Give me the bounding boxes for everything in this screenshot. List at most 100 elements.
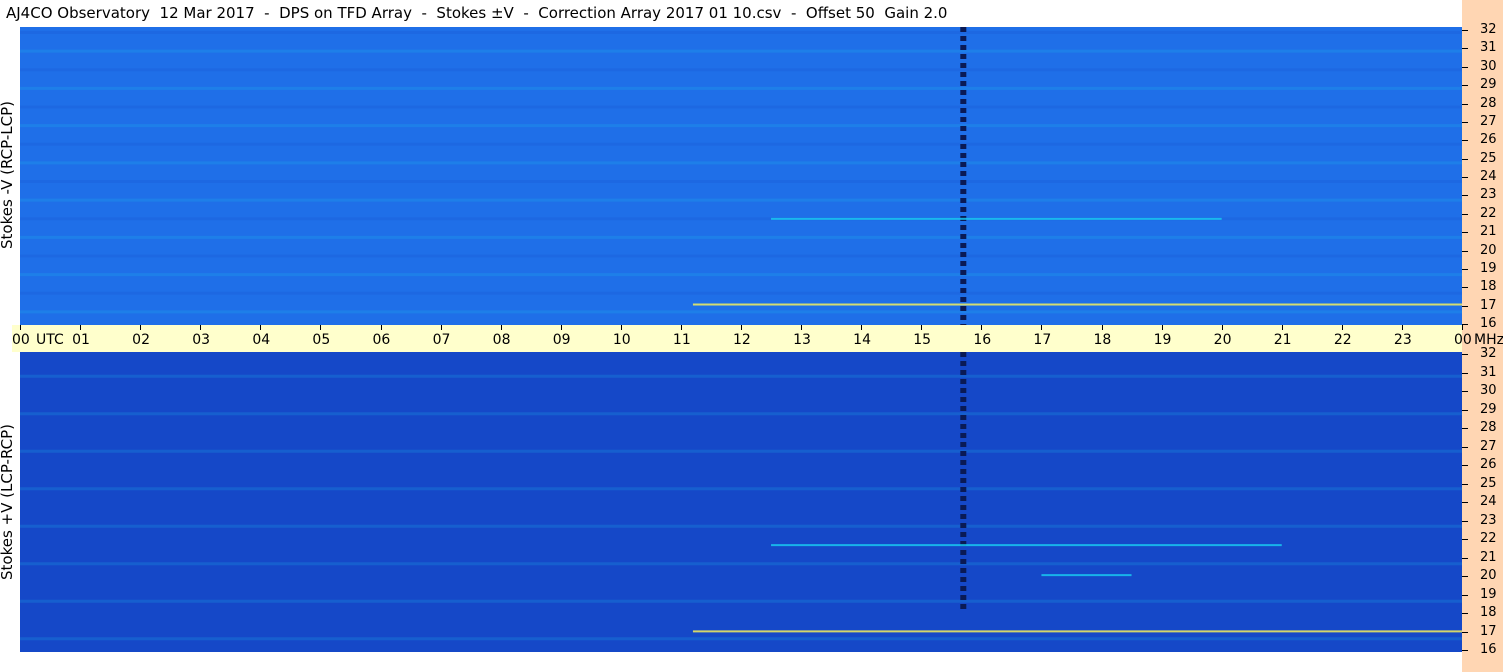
background-band: [20, 180, 1462, 183]
background-band: [20, 393, 1462, 397]
freq-tick: [1462, 232, 1468, 234]
freq-tick: [1462, 446, 1468, 448]
pulsed-line-segment: [960, 297, 967, 302]
freq-tick: [1462, 557, 1468, 559]
pulsed-line-segment: [960, 424, 967, 429]
freq-tick: [1462, 121, 1468, 123]
background-band: [20, 198, 1462, 202]
pulsed-line-segment: [960, 108, 967, 113]
pulsed-line-segment: [960, 532, 967, 537]
background-band: [20, 291, 1462, 295]
pulsed-line-segment: [960, 388, 967, 393]
freq-tick-label: 23: [1480, 187, 1497, 203]
freq-tick-label: 24: [1480, 494, 1497, 509]
time-tick-label: 02: [132, 332, 150, 348]
pulsed-line-segment: [960, 63, 967, 68]
interference-band: [1041, 574, 1132, 577]
bottom-spectrogram: [20, 352, 1462, 652]
background-band: [20, 273, 1462, 277]
time-tick-label: 05: [312, 332, 331, 348]
time-tick-label: 03: [192, 332, 211, 348]
freq-tick-label: 26: [1480, 132, 1497, 148]
freq-tick-label: 20: [1480, 568, 1497, 583]
time-tick-label: 20: [1213, 332, 1232, 348]
time-tick: [741, 325, 742, 330]
freq-tick: [1462, 428, 1468, 429]
freq-tick-label: 31: [1480, 40, 1497, 56]
pulsed-line-segment: [960, 433, 967, 438]
time-tick-label: 14: [853, 332, 871, 348]
time-tick: [140, 325, 142, 330]
freq-tick-label: 32: [1480, 346, 1497, 361]
time-tick-label: 13: [793, 332, 811, 348]
freq-tick: [1462, 85, 1468, 87]
freq-tick: [1462, 409, 1468, 411]
freq-tick-label: 16: [1480, 316, 1497, 331]
pulsed-line-segment: [960, 180, 967, 185]
background-band: [20, 449, 1462, 453]
freq-tick-label: 19: [1480, 260, 1497, 276]
freq-tick-label: 17: [1480, 297, 1497, 313]
freq-tick-label: 25: [1480, 475, 1497, 491]
pulsed-line-segment: [960, 288, 967, 293]
background-band: [20, 86, 1462, 90]
pulsed-line-segment: [960, 270, 967, 275]
freq-tick: [1462, 576, 1468, 577]
pulsed-line-segment: [960, 207, 967, 212]
time-tick-label: 23: [1393, 332, 1412, 348]
time-tick: [1341, 325, 1343, 330]
time-tick-label: 00: [1454, 332, 1472, 348]
freq-tick: [1462, 195, 1468, 197]
background-band: [20, 468, 1462, 472]
freq-tick: [1462, 324, 1468, 325]
pulsed-line-segment: [960, 523, 967, 528]
time-tick: [801, 325, 803, 330]
background-band: [20, 506, 1462, 509]
pulsed-line-segment: [960, 81, 967, 86]
time-tick-label: 04: [252, 332, 271, 348]
spectrogram-background: [20, 352, 1462, 652]
freq-tick-label: 30: [1480, 58, 1497, 74]
pulsed-line-segment: [960, 279, 967, 284]
time-tick: [1221, 325, 1223, 330]
time-tick: [500, 325, 502, 330]
freq-tick: [1462, 213, 1468, 215]
freq-tick: [1462, 594, 1468, 596]
background-band: [20, 310, 1462, 314]
time-tick: [680, 325, 682, 330]
background-band: [20, 581, 1462, 584]
pulsed-line-segment: [960, 90, 967, 95]
freq-tick: [1462, 650, 1468, 651]
time-tick-label: 08: [492, 332, 511, 348]
spectrogram-background: [20, 27, 1462, 325]
pulsed-line-segment: [960, 361, 967, 366]
pulsed-line-segment: [960, 117, 967, 122]
background-band: [20, 599, 1462, 603]
background-band: [20, 487, 1462, 491]
freq-tick: [1462, 250, 1468, 252]
pulsed-line-segment: [960, 550, 967, 555]
pulsed-line-segment: [960, 99, 967, 104]
pulsed-line-segment: [960, 496, 967, 501]
interference-band: [771, 217, 1222, 220]
time-tick-label: 07: [432, 332, 451, 348]
pulsed-line-segment: [960, 379, 967, 384]
freq-tick: [1462, 354, 1468, 355]
time-tick-label: 06: [372, 332, 391, 348]
pulsed-line-segment: [960, 460, 967, 465]
freq-tick: [1462, 287, 1468, 289]
top-panel-label: Stokes -V (RCP-LCP): [0, 101, 16, 249]
time-tick: [80, 325, 82, 330]
freq-tick: [1462, 305, 1468, 307]
freq-tick: [1462, 48, 1468, 50]
background-band: [20, 142, 1462, 146]
background-band: [20, 124, 1462, 128]
freq-tick: [1462, 30, 1468, 31]
time-tick-label: 09: [552, 332, 571, 348]
pulsed-line-segment: [960, 189, 967, 194]
pulsed-line-segment: [960, 144, 967, 149]
time-tick: [20, 325, 21, 330]
time-tick: [320, 325, 322, 330]
freq-tick-label: 18: [1480, 279, 1497, 295]
pulsed-line-segment: [960, 225, 967, 230]
